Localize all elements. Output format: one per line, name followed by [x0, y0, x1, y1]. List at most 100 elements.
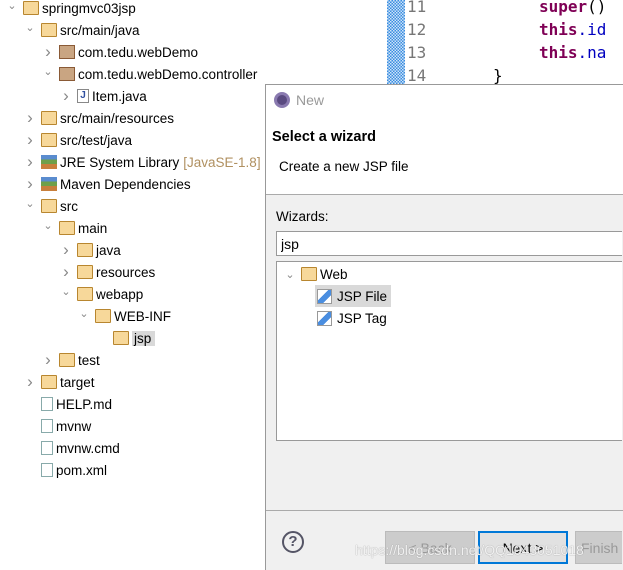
tree-item[interactable]: ⌄ main — [41, 217, 107, 239]
tree-item-label: src — [60, 198, 78, 214]
markdown-file-icon — [41, 397, 53, 411]
code-keyword: super — [539, 0, 588, 16]
wizard-filter-input[interactable] — [276, 231, 622, 256]
tree-item[interactable]: mvnw.cmd — [23, 437, 120, 459]
tree-item[interactable]: › src/main/resources — [23, 107, 174, 129]
chevron-down-icon[interactable]: ⌄ — [77, 306, 91, 320]
back-button[interactable]: < Back — [385, 531, 475, 564]
tree-item-jsp-tag[interactable]: JSP Tag — [317, 307, 387, 329]
tree-item[interactable]: ⌄ WEB-INF — [77, 305, 171, 327]
finish-button[interactable]: Finish — [575, 531, 622, 564]
code-text: .id — [577, 20, 607, 39]
dialog-header: New Select a wizard Create a new JSP fil… — [266, 85, 623, 195]
maven-project-icon — [23, 1, 39, 15]
next-button[interactable]: Next > — [478, 531, 568, 564]
tree-item-label: JRE System Library — [60, 154, 180, 170]
code-editor[interactable]: 11 super() 12 this.id 13 this.na 14} — [387, 0, 623, 90]
divider — [266, 510, 623, 511]
chevron-down-icon[interactable]: ⌄ — [59, 284, 73, 298]
jsp-file-wizard-icon — [317, 288, 332, 304]
library-icon — [41, 155, 57, 169]
wizard-tree[interactable]: ⌄ Web JSP File JSP Tag — [276, 261, 622, 441]
chevron-right-icon[interactable]: › — [23, 174, 37, 193]
pom-file-icon — [41, 463, 53, 477]
java-file-icon: J — [77, 89, 89, 103]
tree-item-web[interactable]: ⌄ Web — [283, 263, 348, 285]
tree-item-label: HELP.md — [56, 396, 113, 412]
chevron-right-icon[interactable]: › — [41, 42, 55, 61]
line-number: 11 — [407, 0, 427, 16]
chevron-down-icon[interactable]: ⌄ — [41, 64, 55, 78]
tree-item[interactable]: ⌄ src — [23, 195, 78, 217]
tree-item[interactable]: › test — [41, 349, 100, 371]
package-icon — [59, 67, 75, 81]
tree-item[interactable]: ⌄ webapp — [59, 283, 143, 305]
code-line: this.id — [539, 20, 606, 39]
tree-item[interactable]: ⌄ src/main/java — [23, 19, 139, 41]
tree-item[interactable]: › resources — [59, 261, 155, 283]
tree-item-label: WEB-INF — [114, 308, 171, 324]
tree-item-label: main — [78, 220, 108, 236]
folder-icon — [41, 199, 57, 213]
tree-item[interactable]: › target — [23, 371, 94, 393]
chevron-right-icon[interactable]: › — [23, 108, 37, 127]
editor-ruler — [387, 0, 405, 90]
tree-item[interactable]: jsp — [95, 327, 156, 349]
folder-icon — [77, 265, 93, 279]
tree-item[interactable]: › JRE System Library [JavaSE-1.8] — [23, 151, 260, 173]
chevron-right-icon[interactable]: › — [23, 372, 37, 391]
tree-item-label: jsp — [132, 330, 156, 346]
folder-icon — [59, 221, 75, 235]
chevron-right-icon[interactable]: › — [23, 152, 37, 171]
tree-item-label: src/test/java — [60, 132, 133, 148]
source-folder-icon — [41, 133, 57, 147]
tree-item[interactable]: mvnw — [23, 415, 91, 437]
chevron-right-icon[interactable]: › — [59, 262, 73, 281]
tree-item[interactable]: ⌄ com.tedu.webDemo.controller — [41, 63, 257, 85]
chevron-right-icon[interactable]: › — [23, 130, 37, 149]
chevron-right-icon[interactable]: › — [41, 350, 55, 369]
folder-icon — [59, 353, 75, 367]
tree-item-label: mvnw.cmd — [56, 440, 120, 456]
tree-item[interactable]: › java — [59, 239, 121, 261]
line-number: 13 — [407, 43, 427, 62]
chevron-down-icon[interactable]: ⌄ — [41, 218, 55, 232]
tree-item[interactable]: › com.tedu.webDemo — [41, 41, 198, 63]
chevron-down-icon[interactable]: ⌄ — [23, 196, 37, 210]
dialog-titlebar: New — [274, 92, 324, 108]
tree-item[interactable]: › Maven Dependencies — [23, 173, 190, 195]
code-text: .na — [577, 43, 607, 62]
tree-item-jsp-file[interactable]: JSP File — [315, 285, 392, 307]
code-keyword: this — [539, 20, 578, 39]
tree-item-label: test — [78, 352, 100, 368]
chevron-down-icon[interactable]: ⌄ — [23, 20, 37, 34]
tree-item-label: Item.java — [92, 88, 147, 104]
code-line: super() — [539, 0, 606, 16]
tree-item[interactable]: ⌄ springmvc03jsp — [5, 0, 135, 19]
tree-item[interactable]: pom.xml — [23, 459, 107, 481]
help-button[interactable]: ? — [282, 531, 304, 553]
chevron-right-icon[interactable]: › — [59, 240, 73, 259]
cmd-file-icon — [41, 441, 53, 455]
folder-icon — [77, 287, 93, 301]
code-text: () — [587, 0, 607, 16]
folder-icon — [95, 309, 111, 323]
chevron-down-icon[interactable]: ⌄ — [283, 267, 297, 281]
source-folder-icon — [41, 23, 57, 37]
tree-item-label: resources — [96, 264, 156, 280]
text-file-icon — [41, 419, 53, 433]
tree-item-label: com.tedu.webDemo — [78, 44, 199, 60]
dialog-title: New — [296, 92, 325, 108]
chevron-right-icon[interactable]: › — [59, 86, 73, 105]
chevron-down-icon[interactable]: ⌄ — [5, 0, 19, 12]
code-keyword: this — [539, 43, 578, 62]
tree-item-label: com.tedu.webDemo.controller — [78, 66, 258, 82]
tree-item-label: Web — [320, 266, 348, 282]
wizard-heading: Select a wizard — [272, 129, 376, 145]
tree-item[interactable]: › J Item.java — [59, 85, 147, 107]
tree-item[interactable]: › src/test/java — [23, 129, 132, 151]
tree-item[interactable]: HELP.md — [23, 393, 112, 415]
